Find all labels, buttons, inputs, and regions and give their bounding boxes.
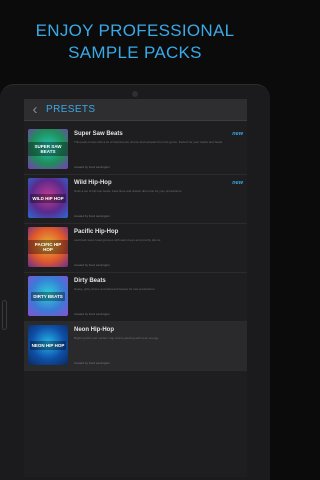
preset-credit: created by Fred Lamington (74, 165, 110, 169)
preset-item-pacific-hip-hop[interactable]: PACIFIC HIP HOP Pacific Hip-Hop Laid bac… (24, 224, 247, 273)
preset-cover-art: SUPER SAW BEATS (28, 129, 68, 169)
preset-title: Neon Hip-Hop (74, 327, 114, 333)
preset-description: This pack comes with a lot of instrument… (74, 140, 223, 144)
cover-art-text: WILD HIP HOP (30, 193, 66, 203)
preset-info: Neon Hip-Hop Bright synths and modern tr… (74, 325, 243, 367)
preset-cover-art: PACIFIC HIP HOP (28, 227, 68, 267)
preset-title: Dirty Beats (74, 278, 106, 284)
preset-cover-art: NEON HIP HOP (28, 325, 68, 365)
page-title: PRESETS (46, 104, 96, 115)
cover-art-text: NEON HIP HOP (29, 340, 67, 350)
cover-art-text: DIRTY BEATS (31, 291, 65, 301)
app-screen: ‹ PRESETS SUPER SAW BEATS Super Saw Beat… (24, 99, 247, 477)
preset-description: Laid back west coast grooves with warm k… (74, 238, 162, 242)
preset-info: Dirty Beats Heavy, gritty drums and dist… (74, 276, 243, 318)
preset-info: Super Saw Beats This pack comes with a l… (74, 129, 243, 171)
preset-cover-art: WILD HIP HOP (28, 178, 68, 218)
home-button (2, 300, 7, 330)
headline-line-2: SAMPLE PACKS (68, 43, 202, 62)
preset-credit: created by Fred Lamington (74, 312, 110, 316)
preset-description: Grab a set of hip-hop beats, bass lines … (74, 189, 183, 193)
cover-art-text: PACIFIC HIP HOP (28, 240, 68, 254)
tablet-frame: ‹ PRESETS SUPER SAW BEATS Super Saw Beat… (0, 84, 270, 480)
app-bar: ‹ PRESETS (24, 99, 247, 121)
new-badge: new (232, 131, 243, 137)
preset-title: Super Saw Beats (74, 131, 123, 137)
cover-art-text: SUPER SAW BEATS (28, 142, 68, 156)
preset-item-super-saw-beats[interactable]: SUPER SAW BEATS Super Saw Beats This pac… (24, 126, 247, 175)
preset-item-dirty-beats[interactable]: DIRTY BEATS Dirty Beats Heavy, gritty dr… (24, 273, 247, 322)
presets-list: SUPER SAW BEATS Super Saw Beats This pac… (24, 121, 247, 371)
camera-dot (132, 91, 138, 97)
preset-credit: created by Fred Lamington (74, 214, 110, 218)
preset-info: Pacific Hip-Hop Laid back west coast gro… (74, 227, 243, 269)
preset-description: Heavy, gritty drums and distorted basses… (74, 287, 156, 291)
headline-line-1: ENJOY PROFESSIONAL (35, 21, 235, 40)
preset-cover-art: DIRTY BEATS (28, 276, 68, 316)
preset-title: Wild Hip-Hop (74, 180, 112, 186)
preset-title: Pacific Hip-Hop (74, 229, 119, 235)
preset-item-neon-hip-hop[interactable]: NEON HIP HOP Neon Hip-Hop Bright synths … (24, 322, 247, 371)
preset-info: Wild Hip-Hop Grab a set of hip-hop beats… (74, 178, 243, 220)
preset-credit: created by Fred Lamington (74, 361, 110, 365)
preset-credit: created by Fred Lamington (74, 263, 110, 267)
back-arrow-icon[interactable]: ‹ (24, 99, 46, 121)
new-badge: new (232, 180, 243, 186)
promo-headline: ENJOY PROFESSIONAL SAMPLE PACKS (0, 20, 270, 64)
preset-item-wild-hip-hop[interactable]: WILD HIP HOP Wild Hip-Hop Grab a set of … (24, 175, 247, 224)
preset-description: Bright synths and modern trap drums glow… (74, 336, 159, 340)
